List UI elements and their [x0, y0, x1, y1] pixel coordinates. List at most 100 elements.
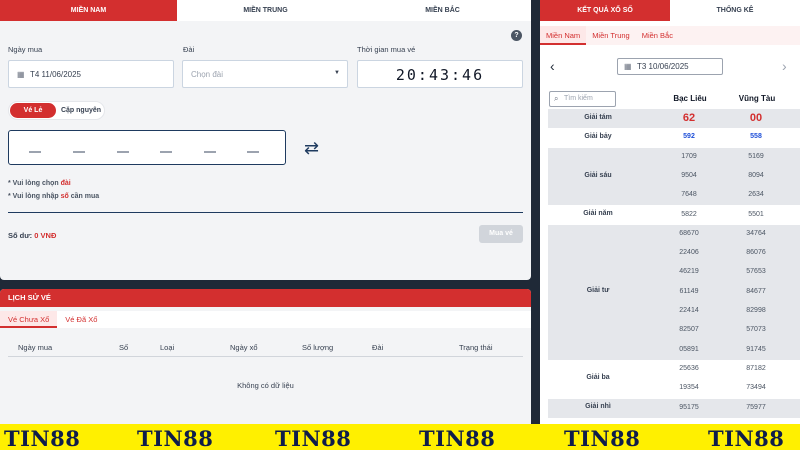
digit-slot[interactable] — [160, 151, 172, 153]
results-tab-mien-trung[interactable]: Miền Trung — [586, 26, 636, 45]
results-region-tabs: Miền Nam Miền Trung Miền Bắc — [540, 26, 800, 45]
result-number: 34764 — [746, 229, 766, 237]
result-number: 05891 — [679, 345, 699, 353]
result-number: 7648 — [681, 191, 697, 199]
results-search-input[interactable]: ⌕ Tìm kiếm — [549, 91, 616, 107]
results-date-field[interactable]: ▦ T3 10/06/2025 — [617, 58, 723, 75]
result-number: 19354 — [679, 384, 699, 392]
result-number: 75977 — [746, 403, 766, 411]
prize-row: Giải sáu 1709 9504 7648 5169 8094 2634 — [548, 147, 800, 206]
result-number: 61149 — [679, 287, 699, 295]
tab-settled-tickets[interactable]: Vé Đã Xổ — [57, 311, 105, 328]
history-table-header: Ngày mua Số Loại Ngày xổ Số lượng Đài Tr… — [8, 343, 523, 357]
date-value: T4 11/06/2025 — [30, 70, 82, 79]
result-number: 57073 — [746, 326, 766, 334]
number-input[interactable] — [8, 130, 286, 165]
digit-slot[interactable] — [29, 151, 41, 153]
digit-slot[interactable] — [204, 151, 216, 153]
shuffle-icon[interactable]: ⇄ — [304, 138, 326, 158]
region-tabs: MIỀN NAM MIỀN TRUNG MIỀN BẮC — [0, 0, 531, 21]
tab-mien-nam[interactable]: MIỀN NAM — [0, 0, 177, 21]
result-number: 95175 — [679, 403, 699, 411]
divider — [8, 212, 523, 213]
hint-choose-dai: * Vui lòng chọn đài — [8, 180, 71, 187]
brand-logo: TIN88 — [564, 426, 641, 450]
hint-enter-number: * Vui lòng nhập số cần mua — [8, 193, 100, 200]
result-number: 00 — [749, 112, 763, 124]
digit-slot[interactable] — [247, 151, 259, 153]
results-tab-mien-bac[interactable]: Miền Bắc — [636, 26, 679, 45]
dai-placeholder: Chọn đài — [191, 70, 224, 79]
tab-statistics[interactable]: THỐNG KÊ — [670, 0, 800, 21]
history-tabs: Vé Chưa Xổ Vé Đã Xổ — [0, 311, 531, 328]
search-icon: ⌕ — [554, 94, 559, 103]
date-field[interactable]: ▦ T4 11/06/2025 — [8, 60, 174, 88]
result-number: 46219 — [679, 268, 699, 276]
tab-mien-trung[interactable]: MIỀN TRUNG — [177, 0, 354, 21]
result-number: 73494 — [746, 384, 766, 392]
prize-row: Giải ba 25636 19354 87182 73494 — [548, 360, 800, 399]
col-ngay-xo: Ngày xổ — [230, 343, 258, 352]
help-icon[interactable]: ? — [511, 30, 522, 41]
result-number: 91745 — [746, 345, 766, 353]
result-number: 87182 — [746, 364, 766, 372]
province-bac-lieu: Bạc Liêu — [673, 94, 707, 103]
result-number: 62 — [682, 112, 696, 124]
results-tabs: KẾT QUẢ XỔ SỐ THỐNG KÊ — [540, 0, 800, 21]
time-value: 20:43:46 — [395, 66, 485, 84]
tab-results[interactable]: KẾT QUẢ XỔ SỐ — [540, 0, 670, 21]
time-display: 20:43:46 — [357, 60, 523, 88]
results-tab-mien-nam[interactable]: Miền Nam — [540, 26, 587, 45]
prize-row: Giải tám 62 00 — [548, 109, 800, 129]
balance: Số dư: 0 VNĐ — [8, 231, 57, 240]
prize-row: Giải tư 68670 22406 46219 61149 22414 82507 058… — [548, 224, 800, 360]
prize-name: Giải nhì — [585, 403, 611, 411]
results-date-value: T3 10/06/2025 — [637, 62, 689, 71]
empty-message: Không có dữ liệu — [237, 381, 294, 390]
brand-logo: TIN88 — [708, 426, 785, 450]
ticket-type-toggle: Vé Lẻ Cặp nguyên — [8, 101, 105, 120]
col-ngay-mua: Ngày mua — [18, 343, 53, 352]
prize-row: Giải năm 5822 5501 — [548, 206, 800, 225]
digit-slot[interactable] — [73, 151, 85, 153]
footer-banner: TIN88 TIN88 TIN88 TIN88 TIN88 TIN88 — [0, 424, 800, 450]
calendar-icon: ▦ — [624, 62, 632, 71]
digit-slot[interactable] — [117, 151, 129, 153]
date-label: Ngày mua — [8, 45, 43, 54]
prize-name: Giải bảy — [584, 132, 612, 140]
tab-mien-bac[interactable]: MIỀN BẮC — [354, 0, 531, 21]
col-loai: Loại — [160, 343, 175, 352]
time-label: Thời gian mua vé — [357, 45, 416, 54]
dai-label: Đài — [183, 45, 195, 54]
result-number: 8094 — [748, 171, 764, 179]
calendar-icon: ▦ — [17, 70, 25, 79]
result-number: 57653 — [746, 268, 766, 276]
result-number: 9504 — [681, 171, 697, 179]
chevron-down-icon: ▼ — [334, 70, 340, 76]
prize-name: Giải tám — [584, 113, 612, 121]
brand-logo: TIN88 — [419, 426, 496, 450]
tab-unsettled-tickets[interactable]: Vé Chưa Xổ — [0, 311, 58, 328]
result-number: 558 — [750, 133, 762, 141]
chevron-right-icon[interactable]: › — [782, 58, 787, 74]
result-number: 5822 — [681, 210, 697, 218]
result-number: 592 — [683, 133, 695, 141]
brand-logo: TIN88 — [4, 426, 81, 450]
col-trang-thai: Trạng thái — [459, 343, 493, 352]
ve-le-option[interactable]: Vé Lẻ — [10, 103, 56, 118]
dai-select[interactable]: Chọn đài ▼ — [182, 60, 348, 88]
col-dai: Đài — [372, 343, 384, 352]
ticket-form-panel: MIỀN NAM MIỀN TRUNG MIỀN BẮC ? Ngày mua … — [0, 0, 531, 280]
chevron-left-icon[interactable]: ‹ — [550, 58, 555, 74]
result-number: 22414 — [679, 306, 699, 314]
prize-name: Giải ba — [586, 374, 610, 382]
cap-nguyen-option[interactable]: Cặp nguyên — [58, 103, 104, 118]
prize-name: Giải tư — [586, 287, 610, 295]
result-number: 84677 — [746, 287, 766, 295]
result-number: 5169 — [748, 152, 764, 160]
buy-ticket-button[interactable]: Mua vé — [479, 225, 523, 243]
prize-name: Giải sáu — [584, 171, 612, 179]
result-number: 5501 — [748, 210, 764, 218]
prize-row: Giải nhì 95175 75977 — [548, 398, 800, 418]
result-number: 2634 — [748, 191, 764, 199]
